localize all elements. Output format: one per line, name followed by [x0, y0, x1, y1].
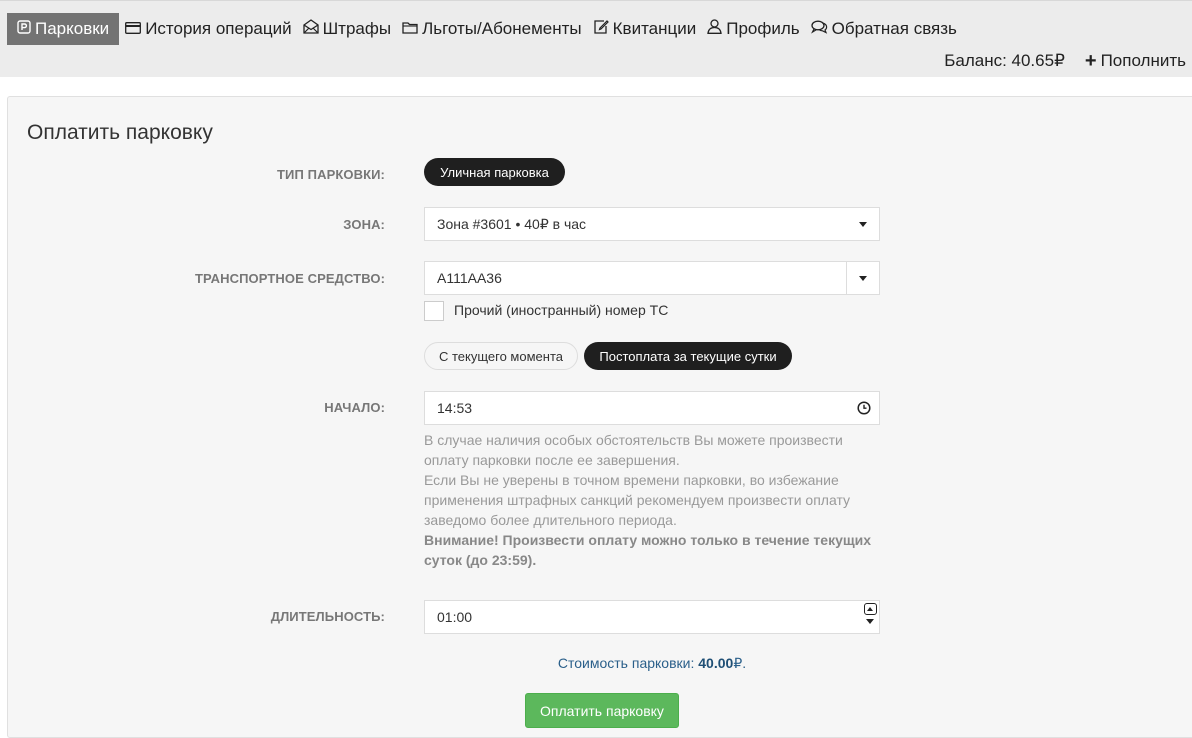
nav-item-label: Обратная связь [831, 19, 957, 38]
balance-bar: Баланс: 40.65₽ + Пополнить [944, 51, 1186, 71]
nav-item-label: История операций [145, 19, 292, 38]
help-line-1: В случае наличия особых обстоятельств Вы… [424, 432, 843, 468]
nav-item-benefits[interactable]: Льготы/Абонементы [396, 13, 587, 45]
nav-item-feedback[interactable]: Обратная связь [805, 13, 962, 45]
vehicle-label: ТРАНСПОРТНОЕ СРЕДСТВО: [194, 271, 385, 286]
pay-parking-panel: Оплатить парковку ТИП ПАРКОВКИ: Уличная … [7, 96, 1192, 738]
cost-prefix: Стоимость парковки: [557, 655, 699, 671]
start-time-input[interactable]: 14:53 [424, 391, 880, 425]
nav-item-receipts[interactable]: Квитанции [587, 13, 702, 45]
foreign-plate-checkbox[interactable] [424, 301, 444, 321]
from-now-option[interactable]: С текущего момента [424, 342, 578, 370]
zone-value: Зона #3601 • 40₽ в час [437, 215, 587, 232]
help-line-2: Если Вы не уверены в точном времени парк… [424, 472, 851, 528]
pay-parking-button[interactable]: Оплатить парковку [525, 693, 679, 728]
page-title: Оплатить парковку [27, 121, 213, 144]
balance-value: Баланс: 40.65₽ [944, 51, 1065, 70]
parking-cost: Стоимость парковки: 40.00₽. [424, 655, 880, 672]
envelope-open-icon [302, 19, 323, 39]
parking-type-street-button[interactable]: Уличная парковка [424, 158, 565, 186]
chevron-down-icon[interactable] [846, 262, 879, 294]
topup-label: Пополнить [1100, 51, 1186, 70]
nav-item-profile[interactable]: Профиль [701, 13, 804, 45]
nav-item-label: Штрафы [322, 19, 392, 38]
help-warning: Внимание! Произвести оплату можно только… [424, 532, 872, 568]
nav-item-fines[interactable]: Штрафы [297, 13, 396, 45]
edit-icon [593, 19, 613, 39]
nav-item-parkings[interactable]: Парковки [7, 13, 120, 45]
plus-icon: + [1084, 50, 1097, 72]
parking-icon [17, 19, 35, 39]
vehicle-select[interactable]: А111АА36 [424, 261, 880, 295]
stepper-down-icon[interactable] [866, 619, 874, 624]
postpay-option[interactable]: Постоплата за текущие сутки [584, 342, 792, 370]
clock-icon[interactable] [849, 401, 879, 415]
nav-item-label: Профиль [726, 19, 800, 38]
comments-icon [810, 19, 832, 39]
duration-label: ДЛИТЕЛЬНОСТЬ: [270, 609, 385, 624]
folder-icon [402, 19, 422, 39]
foreign-plate-label: Прочий (иностранный) номер ТС [454, 302, 669, 318]
duration-stepper[interactable] [861, 601, 879, 633]
nav-item-history[interactable]: История операций [119, 13, 296, 45]
zone-select[interactable]: Зона #3601 • 40₽ в час [424, 207, 880, 241]
nav-item-label: Парковки [35, 19, 110, 38]
start-time-value: 14:53 [437, 400, 473, 416]
postpay-help-text: В случае наличия особых обстоятельств Вы… [424, 430, 874, 570]
main-nav: Парковки История операций Штрафы Льготы/… [7, 13, 962, 45]
parking-type-label: ТИП ПАРКОВКИ: [277, 167, 385, 182]
nav-item-label: Льготы/Абонементы [422, 19, 582, 38]
vehicle-value: А111АА36 [437, 270, 502, 286]
start-label: НАЧАЛО: [324, 400, 385, 415]
duration-value: 01:00 [437, 609, 473, 625]
top-navbar: Парковки История операций Штрафы Льготы/… [0, 0, 1192, 77]
chevron-down-icon [847, 208, 879, 240]
duration-input[interactable]: 01:00 [424, 600, 880, 634]
nav-item-label: Квитанции [612, 19, 697, 38]
topup-button[interactable]: + Пополнить [1085, 51, 1186, 71]
cost-amount: 40.00 [698, 655, 734, 671]
user-icon [707, 19, 726, 39]
cost-suffix: ₽. [733, 655, 747, 671]
zone-label: ЗОНА: [343, 217, 385, 232]
stepper-up-icon[interactable] [863, 603, 877, 615]
credit-card-icon [125, 19, 145, 39]
